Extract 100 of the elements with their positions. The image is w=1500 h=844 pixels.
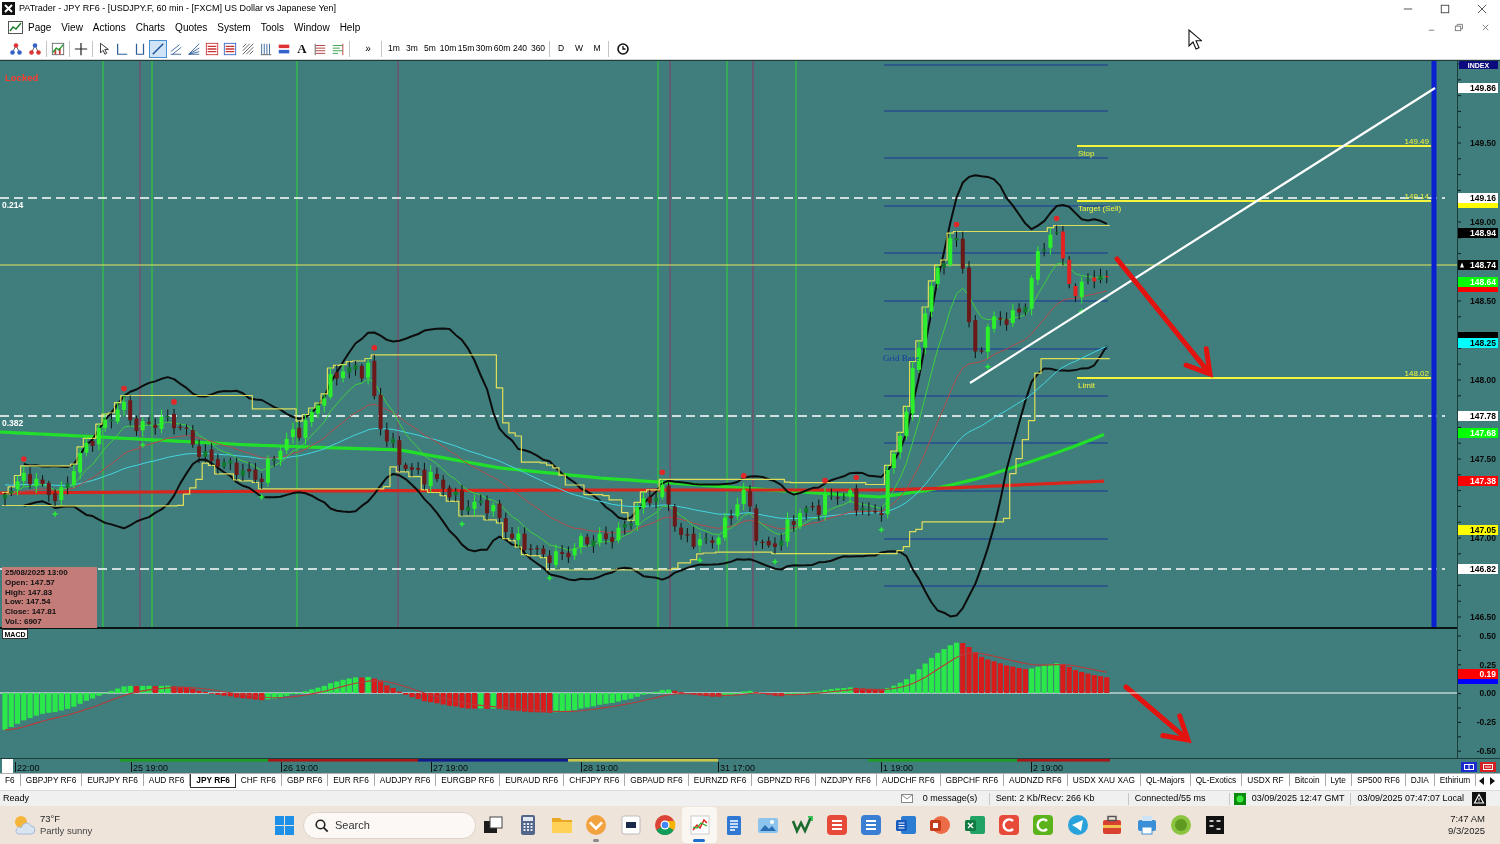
window-title: PATrader - JPY RF6 - [USDJPY.F, 60 min - [FXCM] US Dollar vs Japanese Yen] [19,3,337,14]
clock-time: 7:47 AM [1449,813,1485,825]
level-price: 149.14 [1404,192,1429,201]
symbol-tab[interactable]: AUDJPY RF6 [374,774,437,786]
pointer-icon [97,41,111,56]
star-marker-icon [258,493,266,501]
star-marker-icon [458,520,466,528]
symbol-tab[interactable]: JPY RF6 [190,774,236,788]
price-tag: 149.86 [1458,83,1498,93]
timeframe-button[interactable]: 15m [457,39,475,58]
symbol-tab[interactable]: Bitcoin [1289,774,1326,786]
timeframe-button[interactable]: 1m [385,39,403,58]
symbol-tab[interactable]: EURNZD RF6 [688,774,753,786]
expand-button[interactable] [1461,762,1477,772]
text-tool-button[interactable]: A [293,39,311,58]
tool-button[interactable] [149,39,167,58]
striped-tile-icon [825,813,850,837]
menu-item[interactable]: Page [23,18,57,37]
price-tag: 0.19 [1458,669,1498,679]
symbol-tab[interactable]: QL-Majors [1140,774,1191,786]
envelope-icon [900,794,913,803]
symbol-tab[interactable]: CHFJPY RF6 [564,774,626,786]
symbol-tab[interactable]: DJIA [1405,774,1435,786]
symbol-tab[interactable]: F6 [0,774,21,786]
symbol-tab[interactable]: Lyte [1325,774,1352,786]
symbol-tab[interactable]: AUDNZD RF6 [1004,774,1068,786]
symbol-tab[interactable]: EURJPY RF6 [82,774,144,786]
period-button[interactable]: M [588,39,606,58]
corner-line-icon [115,41,129,56]
symbol-tab[interactable]: GBP RF6 [281,774,329,786]
symbol-tab[interactable]: GBPAUD RF6 [625,774,689,786]
dot-marker-icon [740,472,747,479]
local-time: 03/09/2025 07:47:07 Local [1356,793,1465,804]
symbol-tab[interactable]: SP500 RF6 [1351,774,1406,786]
time-label: 28 19:00 [581,761,619,773]
symbol-tab[interactable]: QL-Exotics [1190,774,1243,786]
symbol-tab[interactable]: USDX RF [1242,774,1290,786]
info-text: Close: 147.81 [5,607,58,617]
timeframe-button[interactable]: 60m [493,39,511,58]
dot-marker-icon [21,456,27,462]
macd-tick-label: -0.50 [1476,745,1496,756]
price-tick-label: 148.00 [1470,375,1496,385]
menu-item[interactable]: Window [289,18,335,37]
level-label: Stop [1078,149,1095,158]
clock-date: 9/3/2025 [1448,825,1485,837]
period-button[interactable]: W [570,39,588,58]
dot-marker-icon [1053,215,1060,222]
menu-item[interactable]: Help [334,18,366,37]
symbol-tab[interactable]: Ethirium [1434,774,1477,786]
time-label: 31 17:00 [718,761,756,773]
symbol-tab[interactable]: EURAUD RF6 [500,774,565,786]
trend-line-icon [151,41,165,56]
chart-app-icon [687,813,712,837]
macd-tick-label: 0.00 [1479,688,1496,699]
price-tag: 148.64 [1458,277,1498,287]
symbol-tab[interactable]: GBPJPY RF6 [20,774,83,786]
menu-item[interactable]: Actions [87,18,131,37]
search-field[interactable]: Search [303,811,476,839]
paper-plane-icon [1065,813,1090,837]
symbol-tab[interactable]: EURGBP RF6 [436,774,501,786]
timeframe-button[interactable]: 10m [439,39,457,58]
overflow-button[interactable]: » [361,39,375,58]
level-label: Limit [1078,381,1095,390]
menu-item[interactable]: Charts [130,18,171,37]
collapse-button[interactable] [1480,762,1496,772]
menu-item[interactable]: System [212,18,256,37]
price-tag: 147.78 [1458,411,1498,421]
menu-item[interactable]: Tools [255,18,290,37]
chart-icon [8,21,23,34]
symbol-tab[interactable]: CHF RF6 [235,774,282,786]
star-marker-icon [139,441,147,449]
document-app-icon [893,813,918,837]
timeframe-button[interactable]: 30m [475,39,493,58]
weather-condition: Partly sunny [40,825,93,837]
menu-item[interactable]: View [56,18,88,37]
price-tag: 148.94 [1458,228,1498,238]
symbol-tab[interactable]: AUDCHF RF6 [876,774,941,786]
timeframe-button[interactable]: 3m [403,39,421,58]
app-tile-icon [618,813,643,837]
down-arrow [1123,684,1192,744]
period-button[interactable]: D [552,39,570,58]
symbol-tab[interactable]: GBPNZD RF6 [752,774,816,786]
symbol-tab[interactable]: NZDJPY RF6 [815,774,877,786]
timeframe-button[interactable]: 240 [511,39,529,58]
dot-marker-icon [659,469,666,476]
menu-item[interactable]: Quotes [170,18,213,37]
symbol-tab[interactable]: GBPCHF RF6 [940,774,1005,786]
nodes-icon [28,41,42,56]
cycles-icon [259,41,273,56]
weather-icon [12,814,36,836]
ring-icon [1169,813,1193,837]
info-text: Low: 147.54 [5,597,52,608]
timeframe-button[interactable]: 5m [421,39,439,58]
vertical-lines-icon [133,41,147,56]
symbol-tab[interactable]: EUR RF6 [328,774,375,786]
macd-tick-label: 0.50 [1479,631,1496,641]
info-text: Vol.: 6907 [5,617,43,627]
dot-marker-icon [822,477,828,484]
symbol-tab[interactable]: USDX XAU XAG [1067,774,1141,786]
timeframe-button[interactable]: 360 [529,39,547,58]
